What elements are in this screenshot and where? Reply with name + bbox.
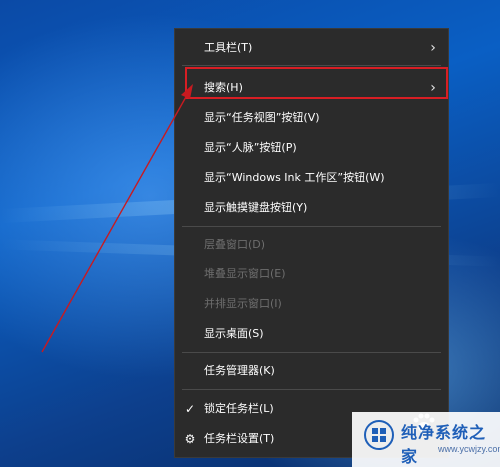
menu-item-label: 层叠窗口(D) — [204, 238, 266, 251]
menu-item-cascade-windows: 层叠窗口(D) — [175, 230, 448, 260]
menu-item-label: 显示“Windows Ink 工作区”按钮(W) — [204, 171, 385, 184]
menu-item-show-windows-stacked: 堆叠显示窗口(E) — [175, 259, 448, 289]
menu-item-show-desktop[interactable]: 显示桌面(S) — [175, 319, 448, 349]
menu-item-toolbars[interactable]: 工具栏(T) › — [175, 33, 448, 63]
menu-item-show-task-view-button[interactable]: 显示“任务视图”按钮(V) — [175, 103, 448, 133]
menu-separator — [182, 226, 441, 227]
menu-item-label: 显示“任务视图”按钮(V) — [204, 111, 320, 124]
menu-item-show-touch-keyboard-button[interactable]: 显示触摸键盘按钮(Y) — [175, 193, 448, 223]
menu-item-label: 锁定任务栏(L) — [204, 402, 274, 415]
menu-item-label: 并排显示窗口(I) — [204, 297, 282, 310]
chevron-right-icon: › — [430, 80, 436, 96]
menu-item-label: 显示触摸键盘按钮(Y) — [204, 201, 308, 214]
menu-separator — [182, 389, 441, 390]
menu-item-label: 搜索(H) — [204, 81, 243, 94]
menu-item-label: 显示“人脉”按钮(P) — [204, 141, 297, 154]
menu-item-label: 任务栏设置(T) — [204, 432, 275, 445]
menu-item-show-windows-ink-button[interactable]: 显示“Windows Ink 工作区”按钮(W) — [175, 163, 448, 193]
gear-icon: ⚙ — [184, 432, 196, 446]
chevron-right-icon: › — [430, 40, 436, 56]
menu-separator — [182, 65, 441, 66]
menu-item-label: 堆叠显示窗口(E) — [204, 267, 286, 280]
windows-logo-icon — [364, 420, 394, 450]
watermark-title: 纯净系统之家 — [401, 423, 487, 466]
menu-item-show-people-button[interactable]: 显示“人脉”按钮(P) — [175, 133, 448, 163]
menu-item-search[interactable]: 搜索(H) › — [175, 73, 448, 103]
menu-item-task-manager[interactable]: 任务管理器(K) — [175, 356, 448, 386]
menu-item-label: 工具栏(T) — [204, 41, 253, 54]
menu-item-show-windows-side-by-side: 并排显示窗口(I) — [175, 289, 448, 319]
watermark-url: www.ycwjzy.com — [438, 444, 500, 454]
site-watermark: 纯净系统之家 www.ycwjzy.com — [352, 412, 500, 467]
menu-separator — [182, 352, 441, 353]
menu-item-label: 显示桌面(S) — [204, 327, 264, 340]
menu-item-label: 任务管理器(K) — [204, 364, 275, 377]
taskbar-context-menu: 工具栏(T) › 搜索(H) › 显示“任务视图”按钮(V) 显示“人脉”按钮(… — [174, 28, 449, 458]
checkmark-icon: ✓ — [184, 402, 196, 416]
